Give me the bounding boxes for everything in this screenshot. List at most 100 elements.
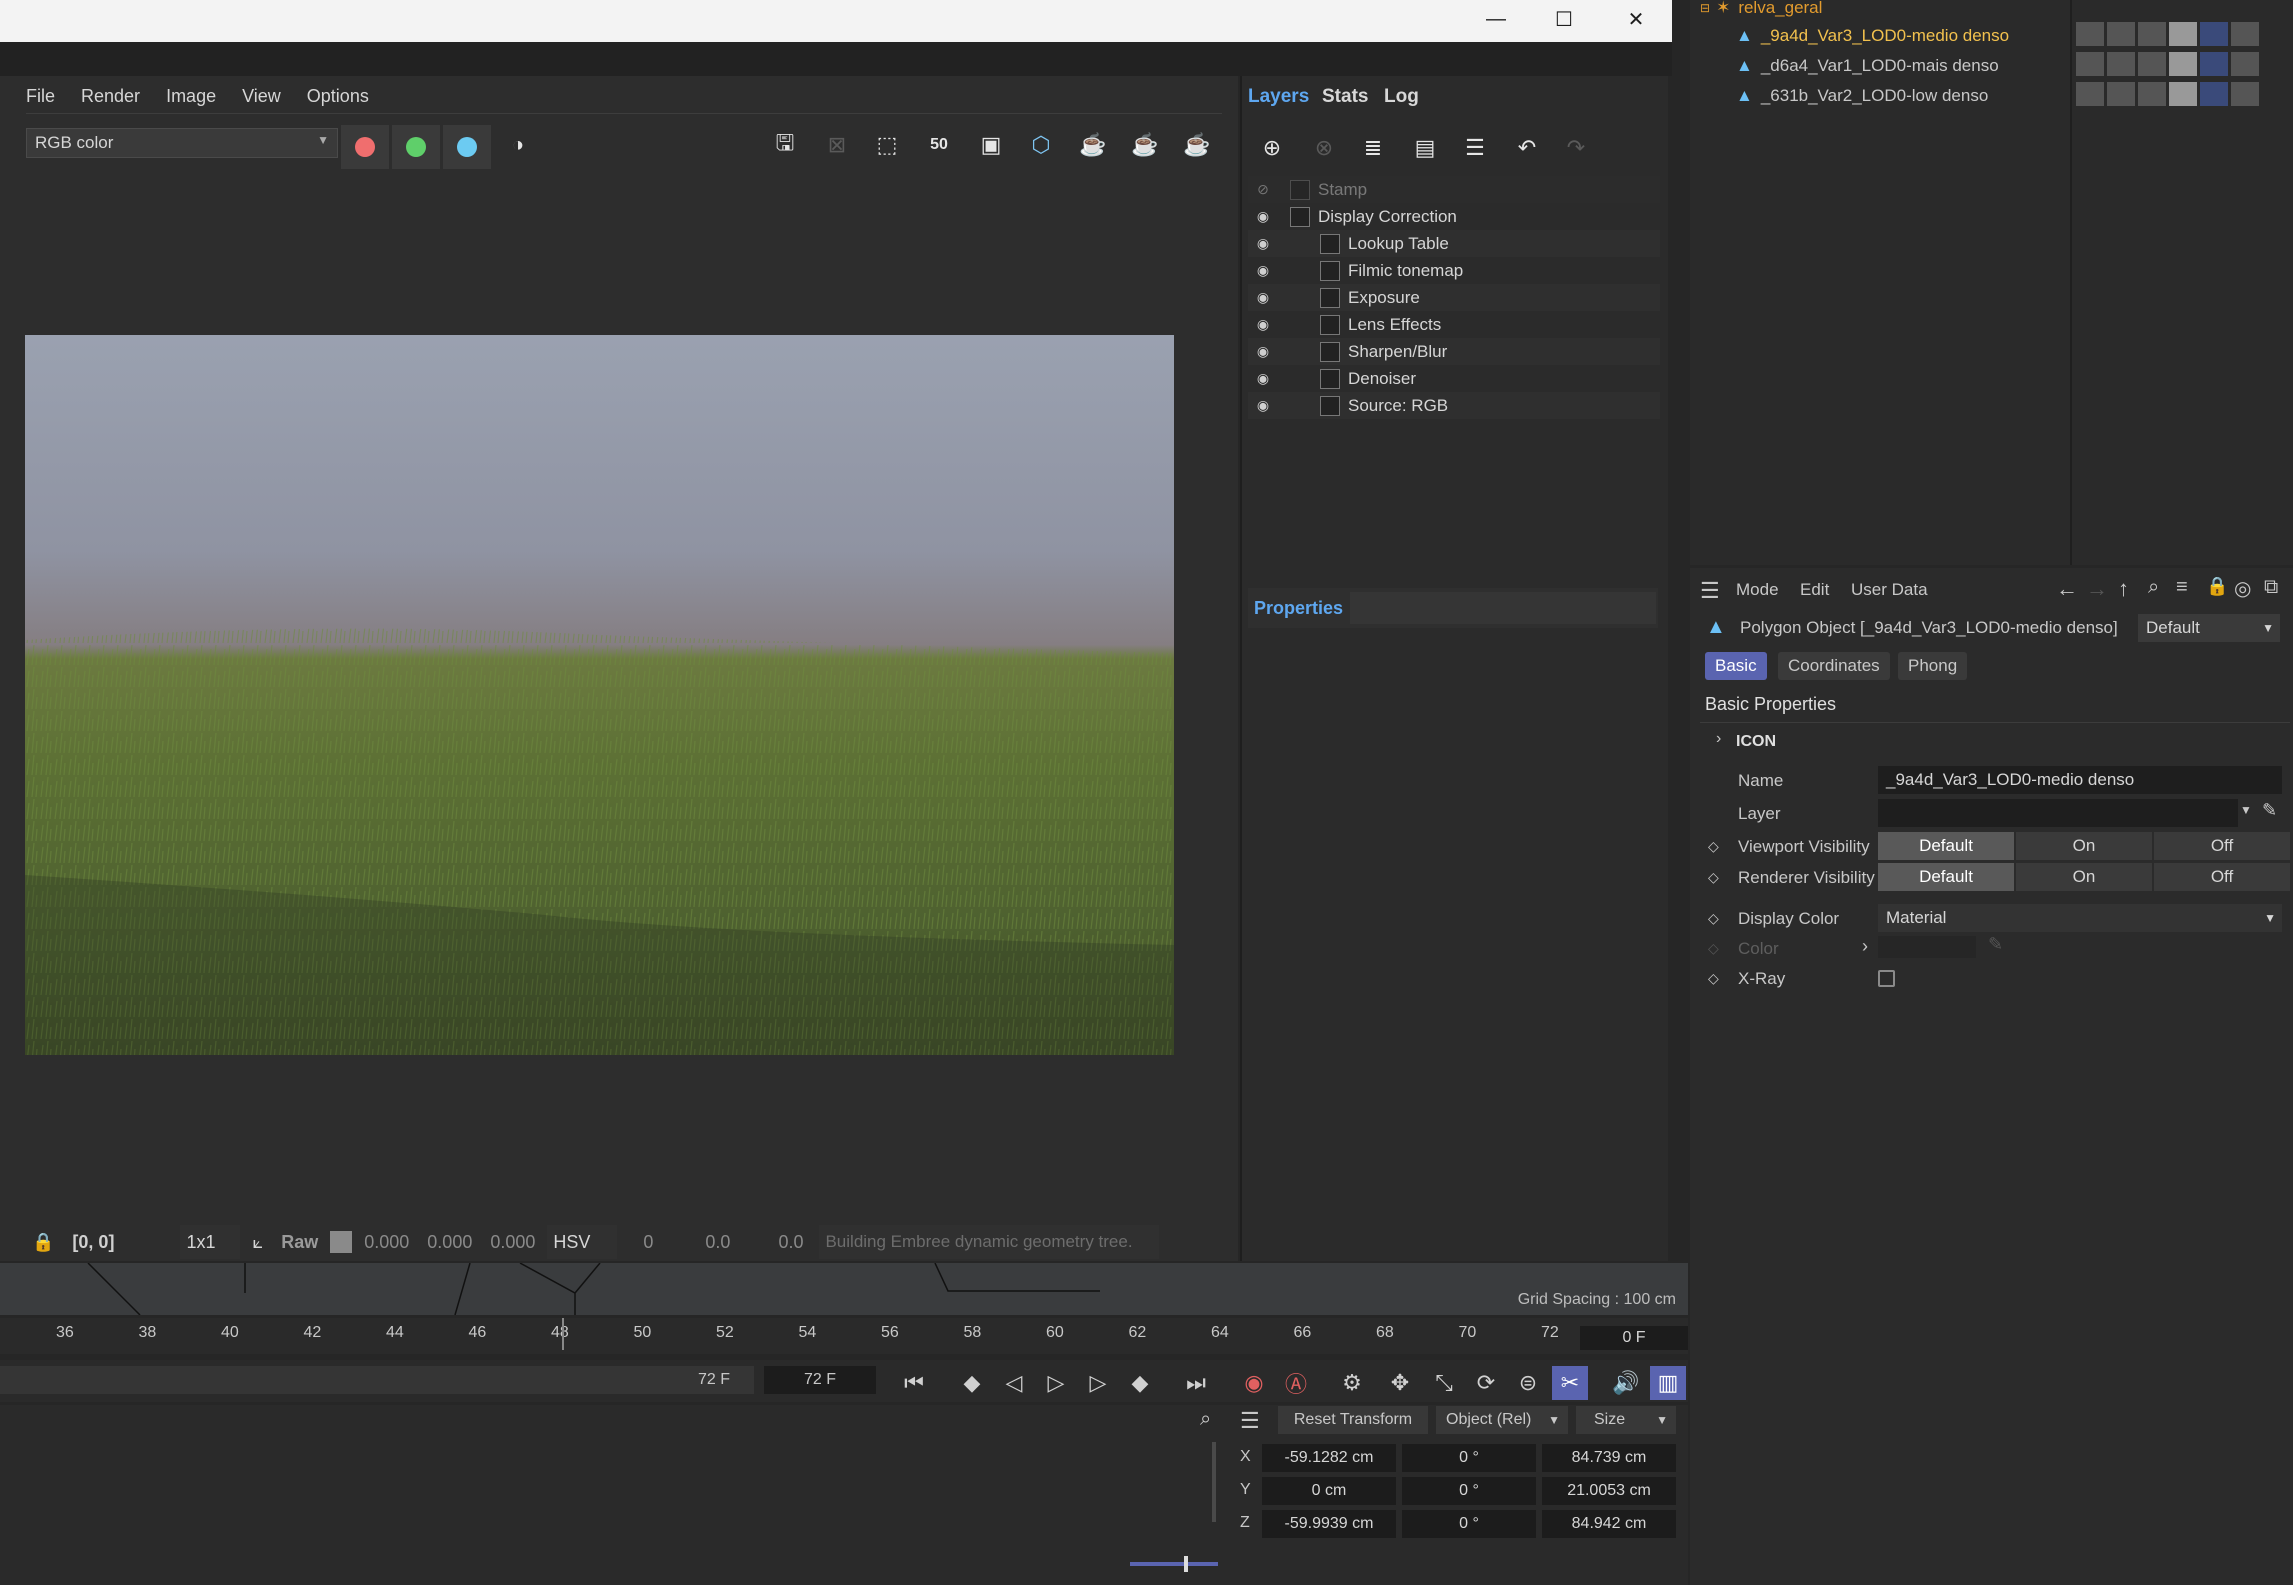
range-bar[interactable]: 72 F <box>0 1366 754 1394</box>
eye-icon[interactable]: ◉ <box>1248 262 1278 279</box>
coord-mode-select[interactable]: Object (Rel) ▼ <box>1436 1406 1568 1434</box>
menu-view[interactable]: View <box>242 86 281 107</box>
layer-row[interactable]: ◉ Source: RGB <box>1248 392 1660 419</box>
chevron-right-icon[interactable]: › <box>1716 730 1721 748</box>
keyframe-diamond-icon[interactable]: ◇ <box>1708 910 1719 927</box>
layer-row[interactable]: ◉ Lookup Table <box>1248 230 1660 257</box>
menu-image[interactable]: Image <box>166 86 216 107</box>
tab-layers[interactable]: Layers <box>1248 86 1309 108</box>
lock-icon[interactable]: 🔒 <box>26 1225 60 1259</box>
name-field[interactable]: _9a4d_Var3_LOD0-medio denso <box>1878 766 2282 794</box>
minimize-button[interactable]: — <box>1462 0 1530 38</box>
viewport-on[interactable]: On <box>2016 832 2152 860</box>
coord-size-select[interactable]: Size ▼ <box>1576 1406 1676 1434</box>
end-frame-field[interactable]: 72 F <box>764 1366 876 1394</box>
param-key-icon[interactable]: ⊜ <box>1510 1366 1546 1400</box>
eye-icon[interactable]: ◉ <box>1248 289 1278 306</box>
material-tags-2[interactable] <box>2076 52 2259 76</box>
properties-search[interactable] <box>1350 592 1656 624</box>
list-icon[interactable]: ☰ <box>1454 128 1496 168</box>
tab-phong[interactable]: Phong <box>1898 652 1968 680</box>
keyframe-diamond-icon[interactable]: ◇ <box>1708 838 1719 855</box>
sound-icon[interactable]: 🔊 <box>1608 1366 1644 1400</box>
attr-menu-mode[interactable]: Mode <box>1736 580 1779 600</box>
eye-icon[interactable]: ◉ <box>1248 316 1278 333</box>
chevron-right-icon[interactable]: › <box>1862 936 1868 957</box>
layer-row[interactable]: ◉ Sharpen/Blur <box>1248 338 1660 365</box>
scale-key-icon[interactable]: ⤡ <box>1426 1366 1462 1400</box>
autokey-icon[interactable]: Ⓐ <box>1278 1366 1314 1400</box>
coord-rot-field[interactable]: 0 ° <box>1402 1510 1536 1538</box>
hamburger-icon[interactable]: ☰ <box>1700 578 1720 604</box>
picker-icon[interactable]: ⟀ <box>246 1225 269 1259</box>
viewport-off[interactable]: Off <box>2154 832 2290 860</box>
pixel-ratio-select[interactable]: 1x1 <box>180 1225 241 1259</box>
keyframe-diamond-icon[interactable]: ◇ <box>1708 869 1719 886</box>
object-row-3[interactable]: ▲ _631b_Var2_LOD0-low denso <box>1736 82 1988 110</box>
alpha-toggle-icon[interactable]: ◑ <box>497 125 539 165</box>
timeline-scrollbar[interactable] <box>1212 1442 1216 1522</box>
object-row-2[interactable]: ▲ _d6a4_Var1_LOD0-mais denso <box>1736 52 1999 80</box>
zoom-slider-handle[interactable] <box>1184 1556 1188 1572</box>
coord-rot-field[interactable]: 0 ° <box>1402 1444 1536 1472</box>
layer-row[interactable]: ◉ Lens Effects <box>1248 311 1660 338</box>
eye-icon[interactable]: ◉ <box>1248 343 1278 360</box>
eyedropper-icon[interactable]: ✎ <box>2262 800 2277 821</box>
preset-select[interactable]: Default ▼ <box>2138 614 2280 642</box>
chevron-down-icon[interactable]: ▼ <box>2240 803 2252 817</box>
rotate-key-icon[interactable]: ⟳ <box>1468 1366 1504 1400</box>
layer-row[interactable]: ⊘ Stamp <box>1248 176 1660 203</box>
prev-key-icon[interactable]: ◆ <box>954 1366 990 1400</box>
viewport-default[interactable]: Default <box>1878 832 2014 860</box>
search-icon[interactable]: ⌕ <box>2148 576 2159 599</box>
group-icon-label[interactable]: ICON <box>1736 733 1776 751</box>
stop-render-icon[interactable]: ☕ <box>1124 125 1166 165</box>
eye-icon[interactable]: ◉ <box>1248 370 1278 387</box>
reset-transform-button[interactable]: Reset Transform <box>1278 1406 1428 1434</box>
zoom-50-icon[interactable]: 50 <box>918 125 960 165</box>
green-channel-toggle[interactable] <box>392 125 440 169</box>
tab-log[interactable]: Log <box>1384 86 1419 108</box>
layer-row[interactable]: ◉ Display Correction <box>1248 203 1660 230</box>
coord-size-field[interactable]: 84.942 cm <box>1542 1510 1676 1538</box>
xray-checkbox[interactable] <box>1878 970 1895 987</box>
blue-channel-toggle[interactable] <box>443 125 491 169</box>
save-icon[interactable]: 🖫 <box>764 125 806 165</box>
move-key-icon[interactable]: ✥ <box>1382 1366 1418 1400</box>
layer-row[interactable]: ◉ Exposure <box>1248 284 1660 311</box>
next-frame-icon[interactable]: ▷ <box>1080 1366 1116 1400</box>
add-layer-icon[interactable]: ⊕ <box>1251 128 1293 168</box>
hamburger-icon[interactable]: ☰ <box>1240 1408 1260 1434</box>
current-frame-field[interactable]: 0 F <box>1580 1326 1688 1350</box>
hidden-icon[interactable]: ⊘ <box>1248 181 1278 198</box>
record-icon[interactable]: ◉ <box>1236 1366 1272 1400</box>
material-tags-1[interactable] <box>2076 22 2259 46</box>
coord-size-field[interactable]: 84.739 cm <box>1542 1444 1676 1472</box>
coord-rot-field[interactable]: 0 ° <box>1402 1477 1536 1505</box>
up-arrow-icon[interactable]: ↑ <box>2118 576 2129 602</box>
keyframe-settings-icon[interactable]: ⚙ <box>1334 1366 1370 1400</box>
coord-pos-field[interactable]: -59.1282 cm <box>1262 1444 1396 1472</box>
layer-row[interactable]: ◉ Denoiser <box>1248 365 1660 392</box>
renderer-default[interactable]: Default <box>1878 863 2014 891</box>
red-channel-toggle[interactable] <box>341 125 389 169</box>
filter-icon[interactable]: ≡ <box>2176 576 2188 599</box>
prev-frame-icon[interactable]: ◁ <box>996 1366 1032 1400</box>
collapse-icon[interactable]: ⊟ <box>1700 1 1710 15</box>
goto-end-icon[interactable]: ⏭ <box>1178 1366 1214 1400</box>
goto-start-icon[interactable]: ⏮ <box>896 1366 932 1400</box>
search-icon[interactable]: ⌕ <box>1200 1408 1211 1431</box>
eye-icon[interactable]: ◉ <box>1248 235 1278 252</box>
tab-stats[interactable]: Stats <box>1322 86 1368 108</box>
play-icon[interactable]: ▷ <box>1038 1366 1074 1400</box>
menu-render[interactable]: Render <box>81 86 140 107</box>
layer-stack-icon[interactable]: ≣ <box>1352 128 1394 168</box>
back-arrow-icon[interactable]: ← <box>2056 576 2078 602</box>
coord-pos-field[interactable]: -59.9939 cm <box>1262 1510 1396 1538</box>
maximize-button[interactable]: ☐ <box>1530 0 1598 38</box>
interactive-render-icon[interactable]: ⬡ <box>1020 125 1062 165</box>
layer-row[interactable]: ◉ Filmic tonemap <box>1248 257 1660 284</box>
target-icon[interactable]: ◎ <box>2234 576 2251 601</box>
frame-icon[interactable]: ▣ <box>970 125 1012 165</box>
timeline-mode-icon[interactable]: ▥ <box>1650 1366 1686 1400</box>
